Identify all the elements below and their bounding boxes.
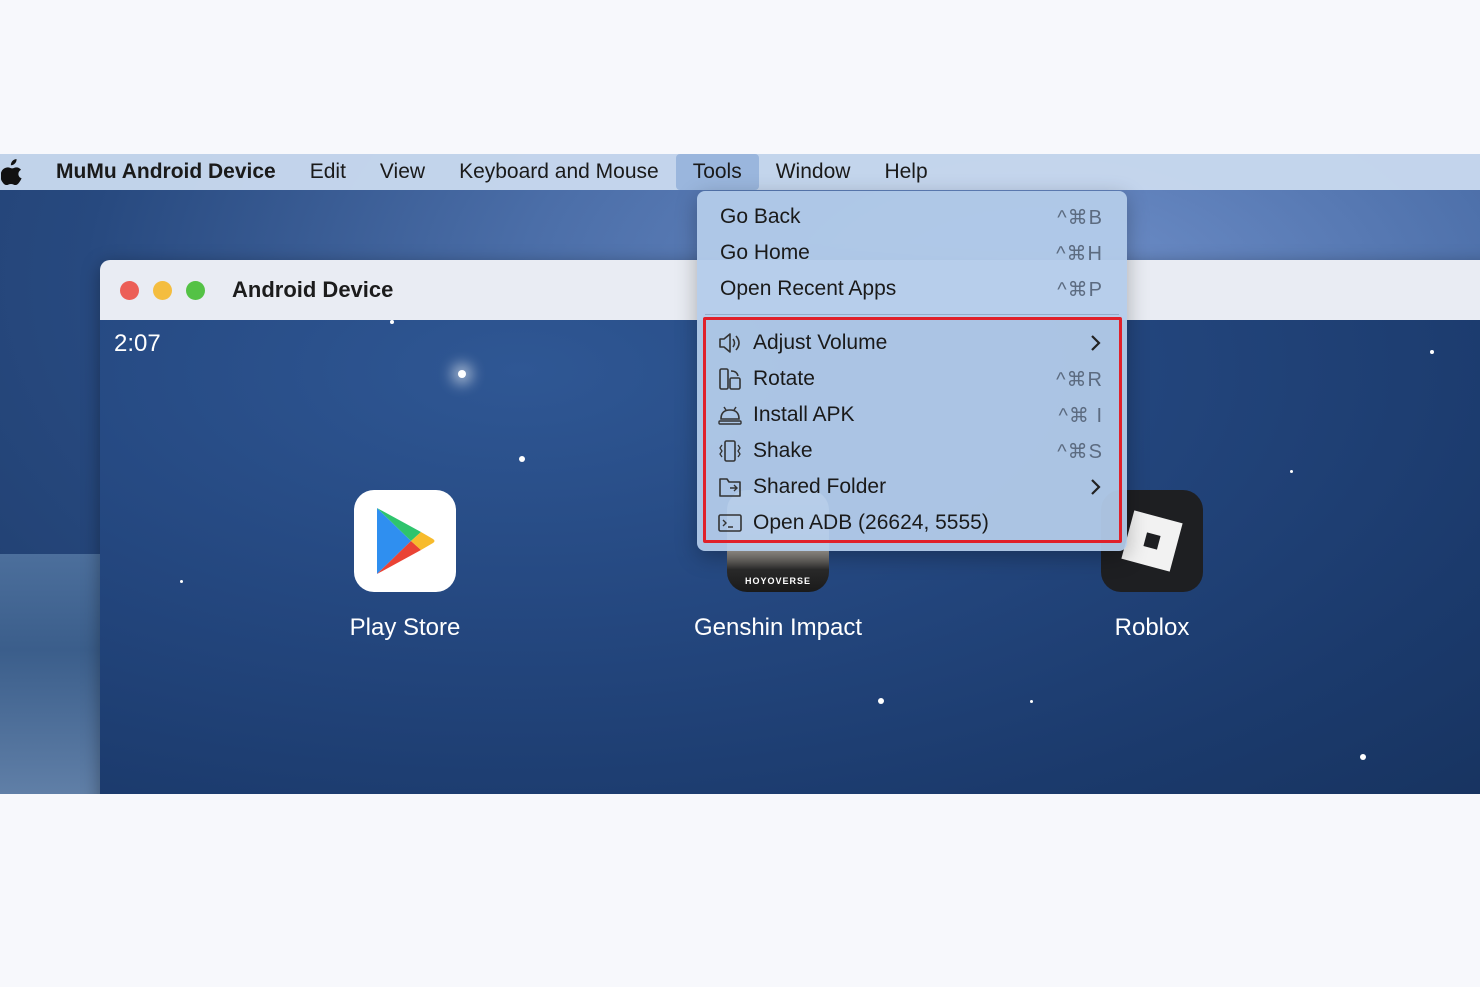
- star-decoration: [1290, 470, 1293, 473]
- star-decoration: [519, 456, 525, 462]
- app-label: Play Store: [349, 614, 461, 641]
- menu-app-name[interactable]: MuMu Android Device: [54, 154, 293, 190]
- app-play-store[interactable]: Play Store: [295, 490, 515, 642]
- genshin-badge: HOYOVERSE: [744, 576, 811, 586]
- status-time: 2:07: [114, 330, 161, 357]
- menu-edit[interactable]: Edit: [293, 154, 363, 190]
- menu-keyboard-and-mouse[interactable]: Keyboard and Mouse: [442, 154, 676, 190]
- menu-item-label: Open Recent Apps: [720, 277, 897, 300]
- menu-item-label: Go Back: [720, 205, 801, 228]
- screenshot-area: MuMu Android Device Edit View Keyboard a…: [0, 154, 1480, 794]
- app-label: Roblox: [1114, 614, 1190, 641]
- app-label: Genshin Impact: [693, 614, 863, 641]
- play-store-icon: [354, 490, 456, 592]
- menu-item-open-recent-apps[interactable]: Open Recent Apps ^⌘P: [697, 271, 1127, 307]
- menu-separator: [705, 314, 1119, 315]
- menu-item-go-back[interactable]: Go Back ^⌘B: [697, 199, 1127, 235]
- menu-help[interactable]: Help: [867, 154, 944, 190]
- star-decoration: [1030, 700, 1033, 703]
- close-button[interactable]: [120, 280, 139, 300]
- star-decoration: [1430, 350, 1434, 354]
- shortcut-label: ^⌘B: [1057, 206, 1103, 229]
- menu-item-go-home[interactable]: Go Home ^⌘H: [697, 235, 1127, 271]
- shortcut-label: ^⌘P: [1057, 278, 1103, 301]
- menu-tools[interactable]: Tools: [675, 154, 759, 190]
- menu-item-label: Go Home: [720, 241, 810, 264]
- apple-logo-icon[interactable]: [0, 158, 24, 186]
- menu-window[interactable]: Window: [759, 154, 868, 190]
- menu-view[interactable]: View: [363, 154, 442, 190]
- star-decoration: [458, 370, 466, 378]
- shortcut-label: ^⌘H: [1056, 242, 1103, 265]
- window-title: Android Device: [232, 277, 394, 302]
- highlight-box: [703, 317, 1122, 543]
- menu-bar: MuMu Android Device Edit View Keyboard a…: [0, 154, 1480, 190]
- star-decoration: [878, 698, 884, 704]
- star-decoration: [1360, 754, 1366, 760]
- star-decoration: [180, 580, 183, 583]
- minimize-button[interactable]: [153, 280, 172, 300]
- zoom-button[interactable]: [186, 280, 205, 300]
- star-decoration: [390, 320, 394, 324]
